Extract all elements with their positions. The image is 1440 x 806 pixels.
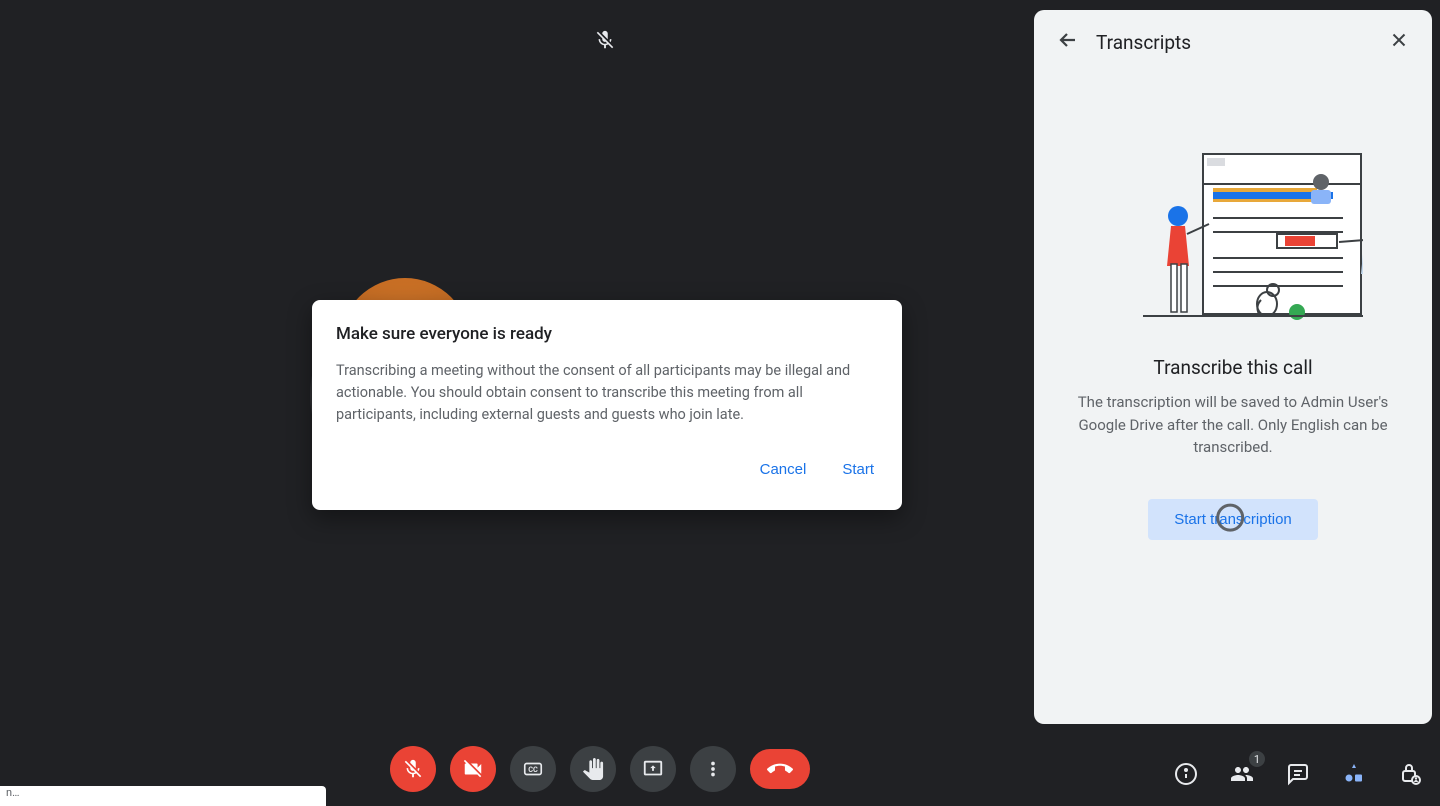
- participants-button[interactable]: 1: [1224, 756, 1260, 792]
- captions-button[interactable]: CC: [510, 746, 556, 792]
- transcripts-panel: Transcripts: [1034, 10, 1432, 724]
- present-screen-button[interactable]: [630, 746, 676, 792]
- dialog-actions: Cancel Start: [336, 453, 878, 486]
- consent-dialog: Make sure everyone is ready Transcribing…: [312, 300, 902, 510]
- raise-hand-button[interactable]: [570, 746, 616, 792]
- participant-mic-status-icon: [590, 25, 620, 55]
- start-transcription-button[interactable]: Start transcription: [1148, 499, 1318, 540]
- bottom-corner-tab: n…: [0, 786, 326, 806]
- activities-button[interactable]: [1336, 756, 1372, 792]
- start-button[interactable]: Start: [838, 453, 878, 486]
- meeting-details-button[interactable]: [1168, 756, 1204, 792]
- panel-header: Transcripts: [1056, 28, 1410, 56]
- panel-illustration: [1056, 146, 1410, 326]
- chat-button[interactable]: [1280, 756, 1316, 792]
- close-panel-button[interactable]: [1388, 29, 1410, 55]
- more-options-button[interactable]: [690, 746, 736, 792]
- participants-count-badge: 1: [1248, 750, 1266, 768]
- panel-description: The transcription will be saved to Admin…: [1056, 391, 1410, 459]
- start-transcription-label: Start transcription: [1174, 511, 1292, 528]
- svg-text:CC: CC: [528, 765, 538, 774]
- cancel-button[interactable]: Cancel: [756, 453, 811, 486]
- mic-toggle-button[interactable]: [390, 746, 436, 792]
- panel-heading: Transcribe this call: [1056, 356, 1410, 379]
- meeting-control-bar: CC: [390, 746, 810, 792]
- back-button[interactable]: [1056, 28, 1080, 56]
- dialog-body: Transcribing a meeting without the conse…: [336, 360, 878, 425]
- leave-call-button[interactable]: [750, 749, 810, 789]
- host-controls-button[interactable]: [1392, 756, 1428, 792]
- panel-title: Transcripts: [1096, 31, 1372, 54]
- dialog-title: Make sure everyone is ready: [336, 324, 878, 344]
- camera-toggle-button[interactable]: [450, 746, 496, 792]
- right-info-bar: 1: [1168, 756, 1428, 792]
